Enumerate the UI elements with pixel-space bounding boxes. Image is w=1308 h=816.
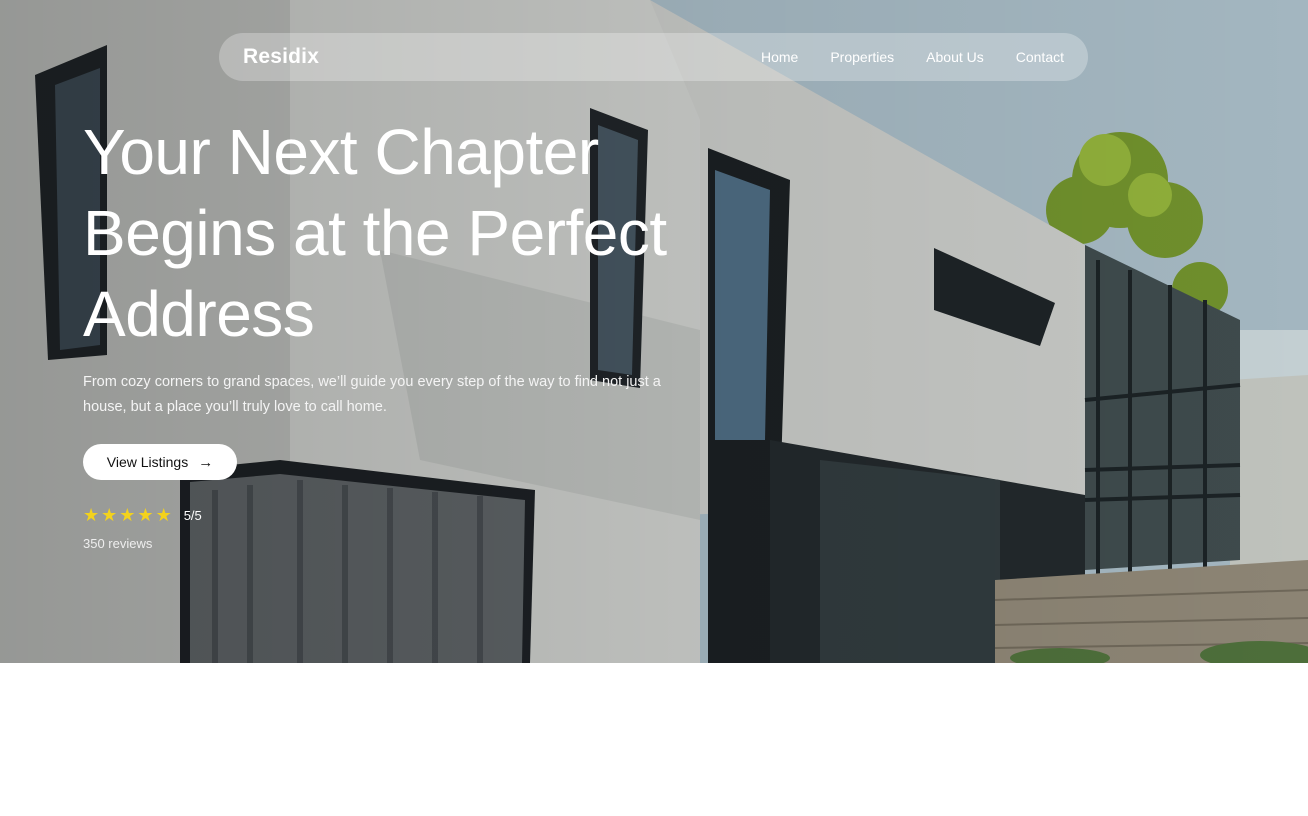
nav-link-properties[interactable]: Properties [830,49,894,65]
hero-section: Residix Home Properties About Us Contact… [0,0,1308,663]
nav-link-about-us[interactable]: About Us [926,49,984,65]
nav-link-home[interactable]: Home [761,49,798,65]
star-icon: ★ [137,505,154,525]
star-icon: ★ [155,505,172,525]
star-icon: ★ [119,505,136,525]
brand-logo[interactable]: Residix [243,45,319,69]
rating-score: 5/5 [183,507,202,523]
view-listings-button[interactable]: View Listings → [83,444,237,480]
nav-link-contact[interactable]: Contact [1016,49,1064,65]
star-icon: ★ [83,505,100,525]
rating-summary: ★ ★ ★ ★ ★ 5/5 [83,506,202,524]
view-listings-label: View Listings [106,454,189,470]
nav-links: Home Properties About Us Contact [761,49,1064,65]
top-navbar: Residix Home Properties About Us Contact [219,33,1088,81]
star-icon: ★ [101,505,118,525]
reviews-count: 350 reviews [83,536,153,551]
hero-headline: Your Next Chapter Begins at the Perfect … [83,116,667,350]
star-rating: ★ ★ ★ ★ ★ [83,506,172,524]
arrow-right-icon: → [198,453,214,471]
hero-subtext: From cozy corners to grand spaces, we’ll… [83,374,661,415]
